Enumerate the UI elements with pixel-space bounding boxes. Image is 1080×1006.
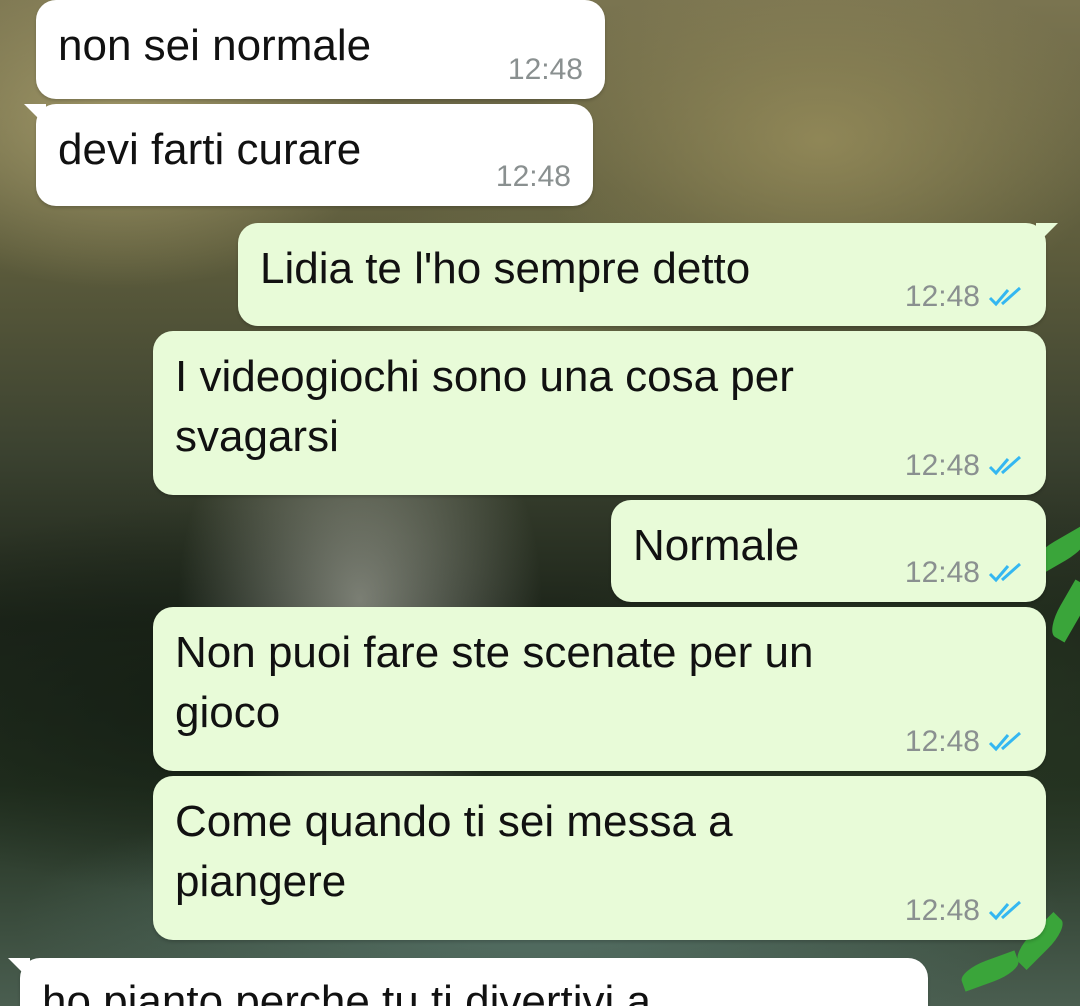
message-meta: 12:48 [508, 53, 583, 87]
message-bubble-outgoing[interactable]: Come quando ti sei messa a piangere 12:4… [153, 776, 1046, 940]
message-text: non sei normale [58, 21, 372, 70]
message-bubble-outgoing[interactable]: Non puoi fare ste scenate per un gioco 1… [153, 607, 1046, 771]
message-timestamp: 12:48 [904, 280, 980, 313]
leaf-decoration [958, 950, 1022, 992]
message-text: Non puoi fare ste scenate per un gioco [175, 628, 814, 737]
message-timestamp: 12:48 [904, 556, 980, 589]
message-bubble-outgoing[interactable]: I videogiochi sono una cosa per svagarsi… [153, 331, 1046, 495]
message-text: ho pianto perche tu ti divertivi a [42, 977, 652, 1006]
message-timestamp: 12:48 [904, 449, 980, 482]
message-bubble-incoming[interactable]: devi farti curare 12:48 [24, 104, 593, 206]
message-bubble-incoming[interactable]: ho pianto perche tu ti divertivi a [8, 958, 928, 1006]
message-timestamp: 12:48 [495, 160, 571, 193]
bubble-tail [1036, 223, 1058, 245]
leaf-decoration [1045, 579, 1080, 643]
message-bubble-outgoing[interactable]: Normale 12:48 [611, 500, 1046, 602]
message-bubble-outgoing[interactable]: Lidia te l'ho sempre detto 12:48 [238, 223, 1058, 326]
read-double-check-icon [988, 286, 1021, 307]
read-double-check-icon [988, 455, 1021, 476]
message-meta: 12:48 [496, 160, 571, 194]
message-meta: 12:48 [905, 449, 1024, 483]
message-bubble-incoming[interactable]: non sei normale 12:48 [36, 0, 605, 99]
bubble-tail [8, 958, 30, 980]
bubble-tail [24, 104, 46, 126]
message-meta: 12:48 [905, 280, 1024, 314]
read-double-check-icon [988, 900, 1021, 921]
message-timestamp: 12:48 [507, 53, 583, 86]
message-text: devi farti curare [58, 125, 362, 174]
read-double-check-icon [988, 731, 1021, 752]
message-text: I videogiochi sono una cosa per svagarsi [175, 352, 794, 461]
message-meta: 12:48 [905, 725, 1024, 759]
message-text: Come quando ti sei messa a piangere [175, 797, 733, 906]
message-meta: 12:48 [905, 556, 1024, 590]
read-double-check-icon [988, 562, 1021, 583]
message-timestamp: 12:48 [904, 725, 980, 758]
message-meta: 12:48 [905, 894, 1024, 928]
message-timestamp: 12:48 [904, 894, 980, 927]
